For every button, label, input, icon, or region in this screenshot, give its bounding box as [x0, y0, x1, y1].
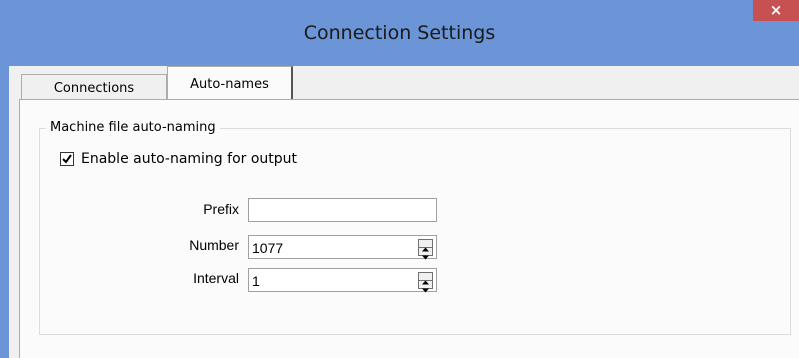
tab-connections[interactable]: Connections	[21, 74, 167, 99]
tab-auto-names-label: Auto-names	[190, 77, 269, 92]
prefix-input[interactable]	[248, 198, 437, 222]
number-value: 1077	[252, 240, 284, 256]
enable-auto-naming-row[interactable]: Enable auto-naming for output	[60, 149, 297, 169]
interval-field[interactable]: 1	[248, 268, 437, 293]
number-spin-down[interactable]	[419, 248, 432, 260]
number-spinner[interactable]	[418, 239, 433, 260]
triangle-down-icon	[422, 288, 429, 293]
close-button[interactable]: ×	[753, 0, 799, 21]
dialog-client-area: Connections Auto-names Machine file auto…	[9, 66, 799, 358]
enable-auto-naming-label: Enable auto-naming for output	[81, 151, 298, 167]
triangle-down-icon	[422, 255, 429, 260]
interval-spin-up[interactable]	[419, 273, 432, 285]
interval-spinner[interactable]	[418, 272, 433, 293]
group-label: Machine file auto-naming	[46, 120, 220, 135]
prefix-label: Prefix	[203, 201, 239, 217]
interval-spin-down[interactable]	[419, 281, 432, 293]
interval-label: Interval	[193, 270, 239, 286]
number-field[interactable]: 1077	[248, 235, 437, 260]
tab-connections-label: Connections	[53, 81, 135, 96]
window-title: Connection Settings	[303, 22, 496, 44]
machine-file-auto-naming-group: Machine file auto-naming Enable auto-nam…	[39, 120, 791, 335]
close-icon: ×	[769, 1, 783, 19]
enable-auto-naming-checkbox[interactable]	[60, 152, 74, 166]
auto-names-tab-panel: Machine file auto-naming Enable auto-nam…	[19, 99, 799, 358]
connection-settings-window: Connection Settings × Connections Auto-n…	[0, 0, 799, 358]
title-bar[interactable]: Connection Settings ×	[0, 0, 799, 66]
interval-value: 1	[252, 273, 260, 289]
tab-auto-names[interactable]: Auto-names	[167, 66, 293, 100]
number-spin-up[interactable]	[419, 240, 432, 252]
check-icon	[62, 154, 72, 164]
number-label: Number	[189, 237, 239, 253]
